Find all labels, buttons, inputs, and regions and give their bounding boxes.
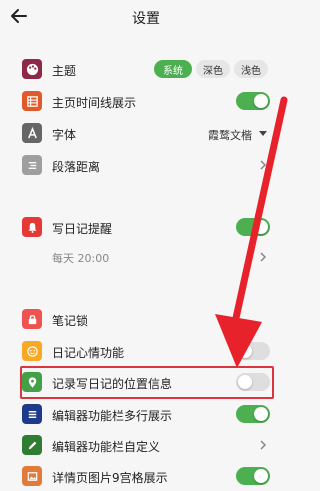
lock-icon (22, 309, 42, 329)
setting-row-reminder-time[interactable]: 每天 20:00 (0, 242, 292, 272)
toggle-knob (238, 344, 252, 358)
setting-row-theme: 主题 系统 深色 浅色 (0, 54, 292, 84)
list-icon (22, 91, 42, 111)
palette-icon (22, 59, 42, 79)
smiley-icon (22, 341, 42, 361)
grid-toggle[interactable] (236, 467, 270, 485)
page-title: 设置 (132, 11, 160, 27)
top-bar: 设置 (0, 0, 292, 36)
setting-row-reminder[interactable]: 写日记提醒 (0, 212, 292, 242)
reminder-toggle[interactable] (236, 218, 270, 236)
font-label: 字体 (52, 128, 77, 142)
toolbar-multiline-label: 编辑器功能栏多行展示 (52, 409, 173, 423)
toggle-knob (254, 220, 268, 234)
setting-row-lock[interactable]: 笔记锁 (0, 304, 292, 334)
toggle-knob (254, 94, 268, 108)
setting-row-grid[interactable]: 详情页图片9宫格展示 (0, 461, 292, 491)
highlight-box (20, 366, 274, 399)
font-a-icon (22, 123, 42, 143)
theme-option-dark[interactable]: 深色 (196, 60, 230, 78)
setting-row-toolbar-custom[interactable]: 编辑器功能栏自定义 (0, 430, 292, 460)
bell-icon (22, 217, 42, 237)
chevron-right-icon (260, 160, 267, 170)
theme-label: 主题 (52, 64, 77, 78)
menu-lines-icon (22, 404, 42, 424)
chevron-right-icon (260, 440, 267, 450)
setting-row-timeline[interactable]: 主页时间线展示 (0, 86, 292, 116)
grid-label: 详情页图片9宫格展示 (52, 471, 168, 485)
setting-row-font[interactable]: 字体 霞鹜文楷 (0, 118, 292, 148)
setting-row-paragraph[interactable]: 段落距离 (0, 150, 292, 180)
reminder-label: 写日记提醒 (52, 222, 113, 236)
font-value: 霞鹜文楷 (208, 129, 252, 142)
setting-row-mood[interactable]: 日记心情功能 (0, 336, 292, 366)
toolbar-multiline-toggle[interactable] (236, 405, 270, 423)
dropdown-triangle-icon[interactable] (259, 129, 267, 137)
paragraph-label: 段落距离 (52, 160, 101, 174)
chevron-right-icon (260, 252, 267, 262)
theme-option-light[interactable]: 浅色 (234, 60, 268, 78)
timeline-label: 主页时间线展示 (52, 96, 137, 110)
setting-row-toolbar-multiline[interactable]: 编辑器功能栏多行展示 (0, 399, 292, 429)
mood-label: 日记心情功能 (52, 346, 125, 360)
timeline-toggle[interactable] (236, 92, 270, 110)
reminder-time-value: 每天 20:00 (52, 252, 110, 265)
toolbar-custom-label: 编辑器功能栏自定义 (52, 440, 161, 454)
toggle-knob (254, 407, 268, 421)
lock-label: 笔记锁 (52, 314, 89, 328)
mood-toggle[interactable] (236, 342, 270, 360)
image-icon (22, 466, 42, 486)
paragraph-lines-icon (22, 155, 42, 175)
toggle-knob (254, 469, 268, 483)
pencil-icon (22, 435, 42, 455)
theme-option-system[interactable]: 系统 (154, 60, 192, 78)
